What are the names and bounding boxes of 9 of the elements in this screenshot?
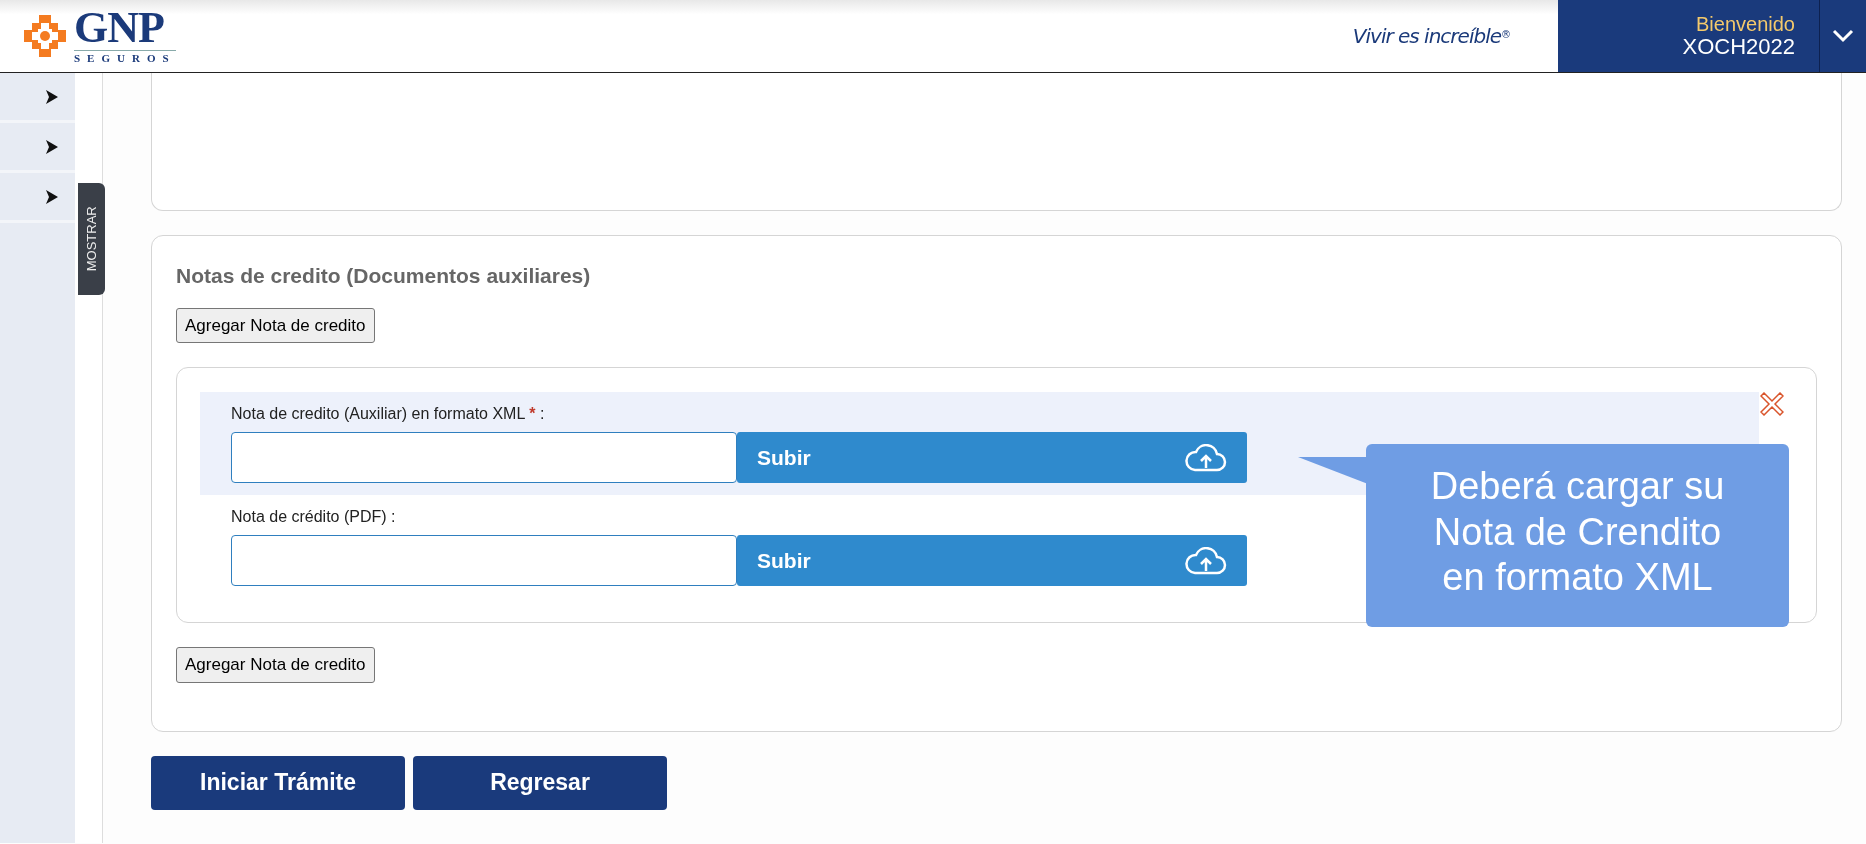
tagline: Vivir es increíble$^{®}$ — [1352, 23, 1510, 50]
section-title: Notas de credito (Documentos auxiliares) — [176, 263, 592, 289]
greeting-text: Bienvenido — [1696, 12, 1795, 35]
logo-text: GNP — [74, 6, 164, 51]
username-text: XOCH2022 — [1682, 34, 1795, 60]
logo-subtitle: SEGUROS — [74, 50, 176, 66]
field-label: Nota de credito (Auxiliar) en formato XML * : — [231, 404, 546, 424]
field-label: Nota de crédito (PDF) : — [231, 507, 397, 527]
hint-tooltip: Deberá cargar su Nota de Crendito en formato XML — [1366, 444, 1789, 627]
